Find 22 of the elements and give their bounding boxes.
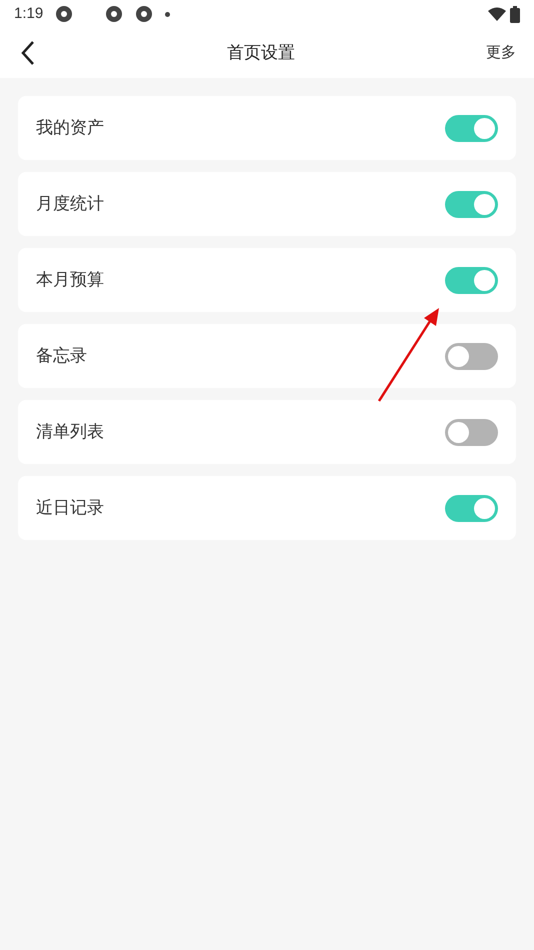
- setting-label: 我的资产: [36, 117, 105, 140]
- toggle-switch[interactable]: [445, 114, 498, 142]
- setting-label: 备忘录: [36, 345, 88, 368]
- dot-icon: [165, 12, 170, 16]
- app-notification-icon: [55, 5, 74, 23]
- app-notification-icon: [105, 5, 124, 23]
- setting-label: 月度统计: [36, 193, 105, 216]
- toggle-switch[interactable]: [445, 190, 498, 218]
- status-time: 1:19: [14, 4, 44, 24]
- more-link[interactable]: 更多: [486, 42, 516, 64]
- battery-icon: [510, 6, 520, 22]
- back-icon[interactable]: [20, 40, 36, 66]
- toggle-switch[interactable]: [445, 266, 498, 294]
- app-notification-icon: [135, 5, 154, 23]
- setting-label: 本月预算: [36, 269, 105, 292]
- toggle-switch[interactable]: [445, 494, 498, 522]
- wifi-icon: [488, 7, 506, 21]
- page-title: 首页设置: [226, 42, 296, 64]
- toggle-switch[interactable]: [445, 342, 498, 370]
- toggle-switch[interactable]: [445, 418, 498, 446]
- setting-label: 清单列表: [36, 421, 105, 444]
- setting-label: 近日记录: [36, 497, 105, 520]
